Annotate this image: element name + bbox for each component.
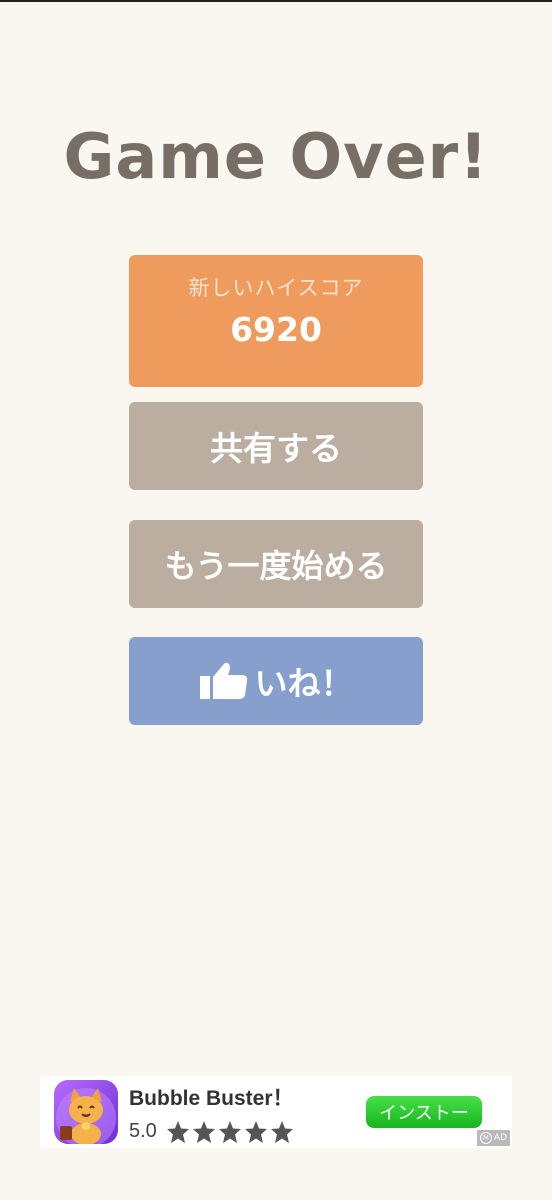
- star-icon: [219, 1121, 241, 1143]
- star-icon: [245, 1121, 267, 1143]
- ad-rating-stars: [166, 1120, 294, 1144]
- high-score-card: 新しいハイスコア 6920: [129, 255, 423, 387]
- share-button-label: 共有する: [210, 429, 342, 468]
- high-score-label: 新しいハイスコア: [188, 276, 364, 300]
- high-score-value: 6920: [230, 310, 322, 349]
- ad-install-button[interactable]: インストー: [366, 1096, 482, 1128]
- cat-mascot-icon[interactable]: [54, 1080, 118, 1144]
- like-button[interactable]: いね！: [129, 637, 423, 725]
- thumbs-up-icon: [199, 661, 249, 701]
- star-icon: [271, 1121, 293, 1143]
- ad-rating-value: 5.0: [129, 1120, 157, 1142]
- ad-m-icon: M: [479, 1132, 492, 1144]
- ad-banner[interactable]: Bubble Buster！ 5.0 インストー M AD: [40, 1076, 512, 1148]
- share-button[interactable]: 共有する: [129, 402, 423, 490]
- like-button-label: いね！: [254, 664, 354, 703]
- restart-button-label: もう一度始める: [164, 547, 388, 585]
- ad-badge[interactable]: M AD: [476, 1130, 510, 1146]
- ad-badge-text: AD: [493, 1133, 507, 1143]
- ad-install-label: インストー: [379, 1103, 469, 1124]
- ad-app-name[interactable]: Bubble Buster！: [129, 1082, 294, 1112]
- star-icon: [167, 1121, 189, 1143]
- game-over-title: Game Over!: [63, 120, 489, 193]
- restart-button[interactable]: もう一度始める: [129, 520, 423, 608]
- star-icon: [193, 1121, 215, 1143]
